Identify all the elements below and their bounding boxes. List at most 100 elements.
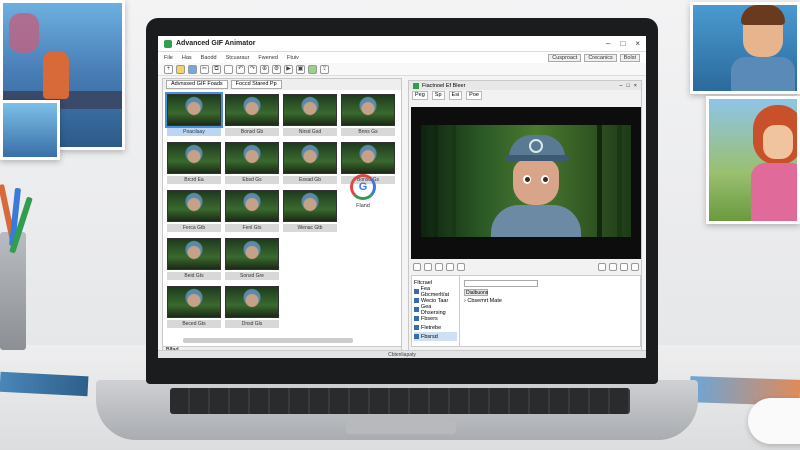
panel-icon [413,82,419,89]
copy-icon[interactable]: ⧉ [212,64,221,74]
mode-button[interactable]: Bolst [619,53,640,62]
app-title: Advanced GIF Animator [176,40,256,47]
frame-label: Wenac Gtb [283,224,337,232]
mouse [748,398,800,444]
wall-photo [690,2,800,94]
frame-thumbnail[interactable]: Ferca Gtb [167,190,221,234]
grid-icon[interactable] [609,263,617,271]
frame-label: Fenl Gts [225,224,279,232]
property-input[interactable] [464,280,538,287]
frame-label: Ferca Gtb [167,224,221,232]
frame-label: Dnsd Gls [225,320,279,328]
frame-thumbnail[interactable]: Bonsd Gb [225,94,279,138]
frame-thumbnail[interactable]: Poacilaay [165,92,223,138]
property-dropdown[interactable]: Dialbuons [464,289,488,296]
frame-thumbnail[interactable]: Dnsd Gls [225,286,279,330]
prop-item[interactable]: Fea Gbcmerlt/at [414,286,457,298]
menu-item[interactable]: Ftuiv [287,55,299,61]
new-icon[interactable]: + [164,64,173,74]
frame-thumbnail[interactable]: Beid Gts [167,238,221,282]
frame-image [283,190,337,222]
play-icon[interactable]: ▶ [284,64,293,74]
preview-title: Fiactnoel Ef Bleer [422,82,466,89]
frame-image [283,142,337,174]
image-icon[interactable] [308,64,317,74]
prop-item[interactable]: Gea Dhsersing [414,304,457,316]
frame-image [225,190,279,222]
properties-fields: Dialbuons › Cbsemrt Mate [460,276,640,346]
pencil-cup [0,184,33,350]
tab-frames-0[interactable]: Advnssed GIF Foads [166,80,228,89]
zoom-icon[interactable]: ⊕ [260,64,269,74]
settings-icon[interactable] [631,263,639,271]
tab-frames-1[interactable]: Foccd Stared Pp [230,80,282,89]
logo-tile[interactable]: G Fland [343,174,383,218]
prop-item[interactable]: Fletrebe [414,323,457,332]
prop-item[interactable]: Fbsrsd [414,332,457,341]
frame-image [283,94,337,126]
keyboard [170,388,630,414]
frame-thumbnail[interactable]: Nirsd Gsd [283,94,337,138]
frame-thumbnail[interactable]: Fenl Gts [225,190,279,234]
preview-tool[interactable]: Esi [448,91,463,100]
frame-label: Beid Gts [167,272,221,280]
redo-icon[interactable]: ↷ [248,64,257,74]
app-icon [164,39,172,48]
menu-item[interactable]: Stcuaraur [226,55,250,61]
frame-thumbnail[interactable]: Ebsd Gs [225,142,279,186]
frame-thumbnail[interactable]: Esvad Gb [283,142,337,186]
list-icon[interactable] [620,263,628,271]
title-bar: Advanced GIF Animator – □ × [158,36,646,52]
preview-tool[interactable]: Peg [412,91,428,100]
properties-list: Fltcrael Fea Gbcmerlt/at Wecio Taar Gea … [412,276,460,346]
check-icon[interactable] [598,263,606,271]
frame-image [341,142,395,174]
panel-maximize-button[interactable]: □ [626,83,629,89]
export-icon[interactable]: ⇪ [320,64,329,74]
menu-item[interactable]: Baodd [201,55,217,61]
cut-icon[interactable]: ✂ [200,64,209,74]
frame-thumbnail[interactable]: Beced Gts [167,286,221,330]
minimize-button[interactable]: – [606,39,610,48]
settings-icon[interactable]: ⚙ [272,64,281,74]
frame-label: Poacilaay [167,128,221,136]
menu-item[interactable]: File [164,55,173,61]
crop-icon[interactable] [446,263,454,271]
save-icon[interactable] [188,64,197,74]
screen: Advanced GIF Animator – □ × File Has Bao… [158,36,646,358]
gif-preview[interactable] [411,107,641,259]
mode-button[interactable]: Cusproact [548,53,582,62]
frame-icon[interactable]: ▣ [296,64,305,74]
undo-icon[interactable]: ↶ [236,64,245,74]
preview-toolbar [411,263,641,274]
properties-pane: Fltcrael Fea Gbcmerlt/at Wecio Taar Gea … [411,275,641,347]
paste-icon[interactable] [224,64,233,74]
panel-close-button[interactable]: × [634,83,637,89]
horizontal-scrollbar[interactable] [183,338,353,343]
frame-thumbnail[interactable]: Bnns Gs [341,94,395,138]
layers-icon[interactable] [424,263,432,271]
preview-tool[interactable]: Poe [466,91,482,100]
status-bar: Cbtenliapaty [158,350,646,358]
frame-label: Nirsd Gsd [283,128,337,136]
preview-tool[interactable]: Sp [431,91,445,100]
frame-thumbnail[interactable]: Sonsd Gre [225,238,279,282]
text-icon[interactable] [457,263,465,271]
preview-image [421,125,631,237]
open-icon[interactable] [176,64,185,74]
frame-thumbnail[interactable]: Wenac Gtb [283,190,337,234]
close-button[interactable]: × [635,39,640,48]
panel-minimize-button[interactable]: – [619,83,622,89]
logo-label: Fland [356,203,370,209]
logo-g-icon: G [350,174,376,200]
frame-label: Sonsd Gre [225,272,279,280]
frame-thumbnail[interactable]: Brcrd Ea [167,142,221,186]
maximize-button[interactable]: □ [620,39,625,48]
preview-panel: Fiactnoel Ef Bleer – □ × Peg Sp Esi Poe [408,80,642,354]
menu-item[interactable]: Has [182,55,192,61]
tree-item[interactable]: › Cbsemrt Mate [464,298,636,304]
menu-item[interactable]: Fwened [258,55,278,61]
add-icon[interactable] [413,263,421,271]
mode-button[interactable]: Crecanics [584,53,617,62]
image-icon[interactable] [435,263,443,271]
